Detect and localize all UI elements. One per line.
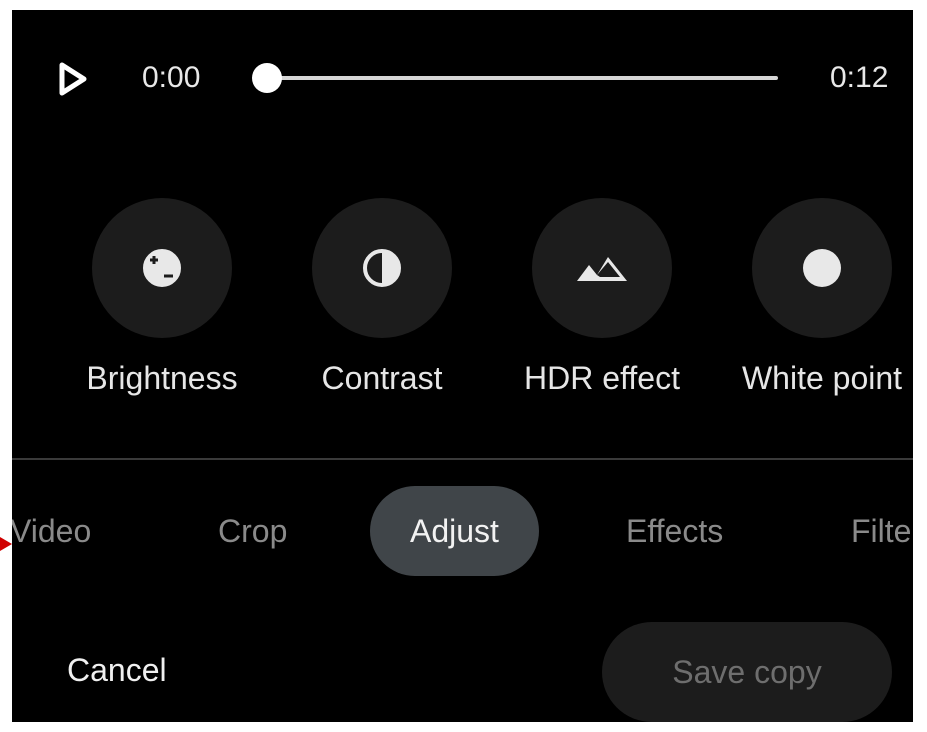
tool-contrast-circle xyxy=(312,198,452,338)
tool-brightness-label: Brightness xyxy=(86,360,238,396)
save-copy-button[interactable]: Save copy xyxy=(602,622,892,722)
divider xyxy=(12,458,913,460)
contrast-icon xyxy=(363,249,401,287)
seek-thumb[interactable] xyxy=(252,63,282,93)
hdr-mountain-icon xyxy=(577,257,627,281)
tool-hdr-circle xyxy=(532,198,672,338)
brightness-icon xyxy=(143,249,181,287)
tool-white-point-circle xyxy=(752,198,892,338)
tab-adjust[interactable]: Adjust xyxy=(370,486,539,576)
current-time: 0:00 xyxy=(142,61,201,94)
tab-video[interactable]: Video xyxy=(12,486,91,576)
play-button[interactable] xyxy=(58,62,88,96)
tool-white-point[interactable]: White point xyxy=(722,198,913,397)
duration-time: 0:12 xyxy=(830,61,889,94)
white-point-icon xyxy=(803,249,841,287)
tool-brightness[interactable]: Brightness xyxy=(62,198,262,397)
tab-effects[interactable]: Effects xyxy=(626,486,723,576)
tool-contrast[interactable]: Contrast xyxy=(282,198,482,397)
tool-hdr-effect[interactable]: HDR effect xyxy=(502,198,702,397)
pointer-marker xyxy=(0,537,12,551)
tool-hdr-label: HDR effect xyxy=(524,360,680,396)
tool-contrast-label: Contrast xyxy=(321,360,443,396)
tool-brightness-circle xyxy=(92,198,232,338)
play-icon xyxy=(59,62,87,96)
tool-white-point-label: White point xyxy=(741,360,903,396)
seek-track[interactable] xyxy=(268,76,778,80)
tab-filters[interactable]: Filters xyxy=(851,486,913,576)
tab-crop[interactable]: Crop xyxy=(218,486,287,576)
video-editor-screen: 0:00 0:12 Brightness Contrast HDR effect… xyxy=(12,10,913,722)
cancel-button[interactable]: Cancel xyxy=(67,640,167,700)
